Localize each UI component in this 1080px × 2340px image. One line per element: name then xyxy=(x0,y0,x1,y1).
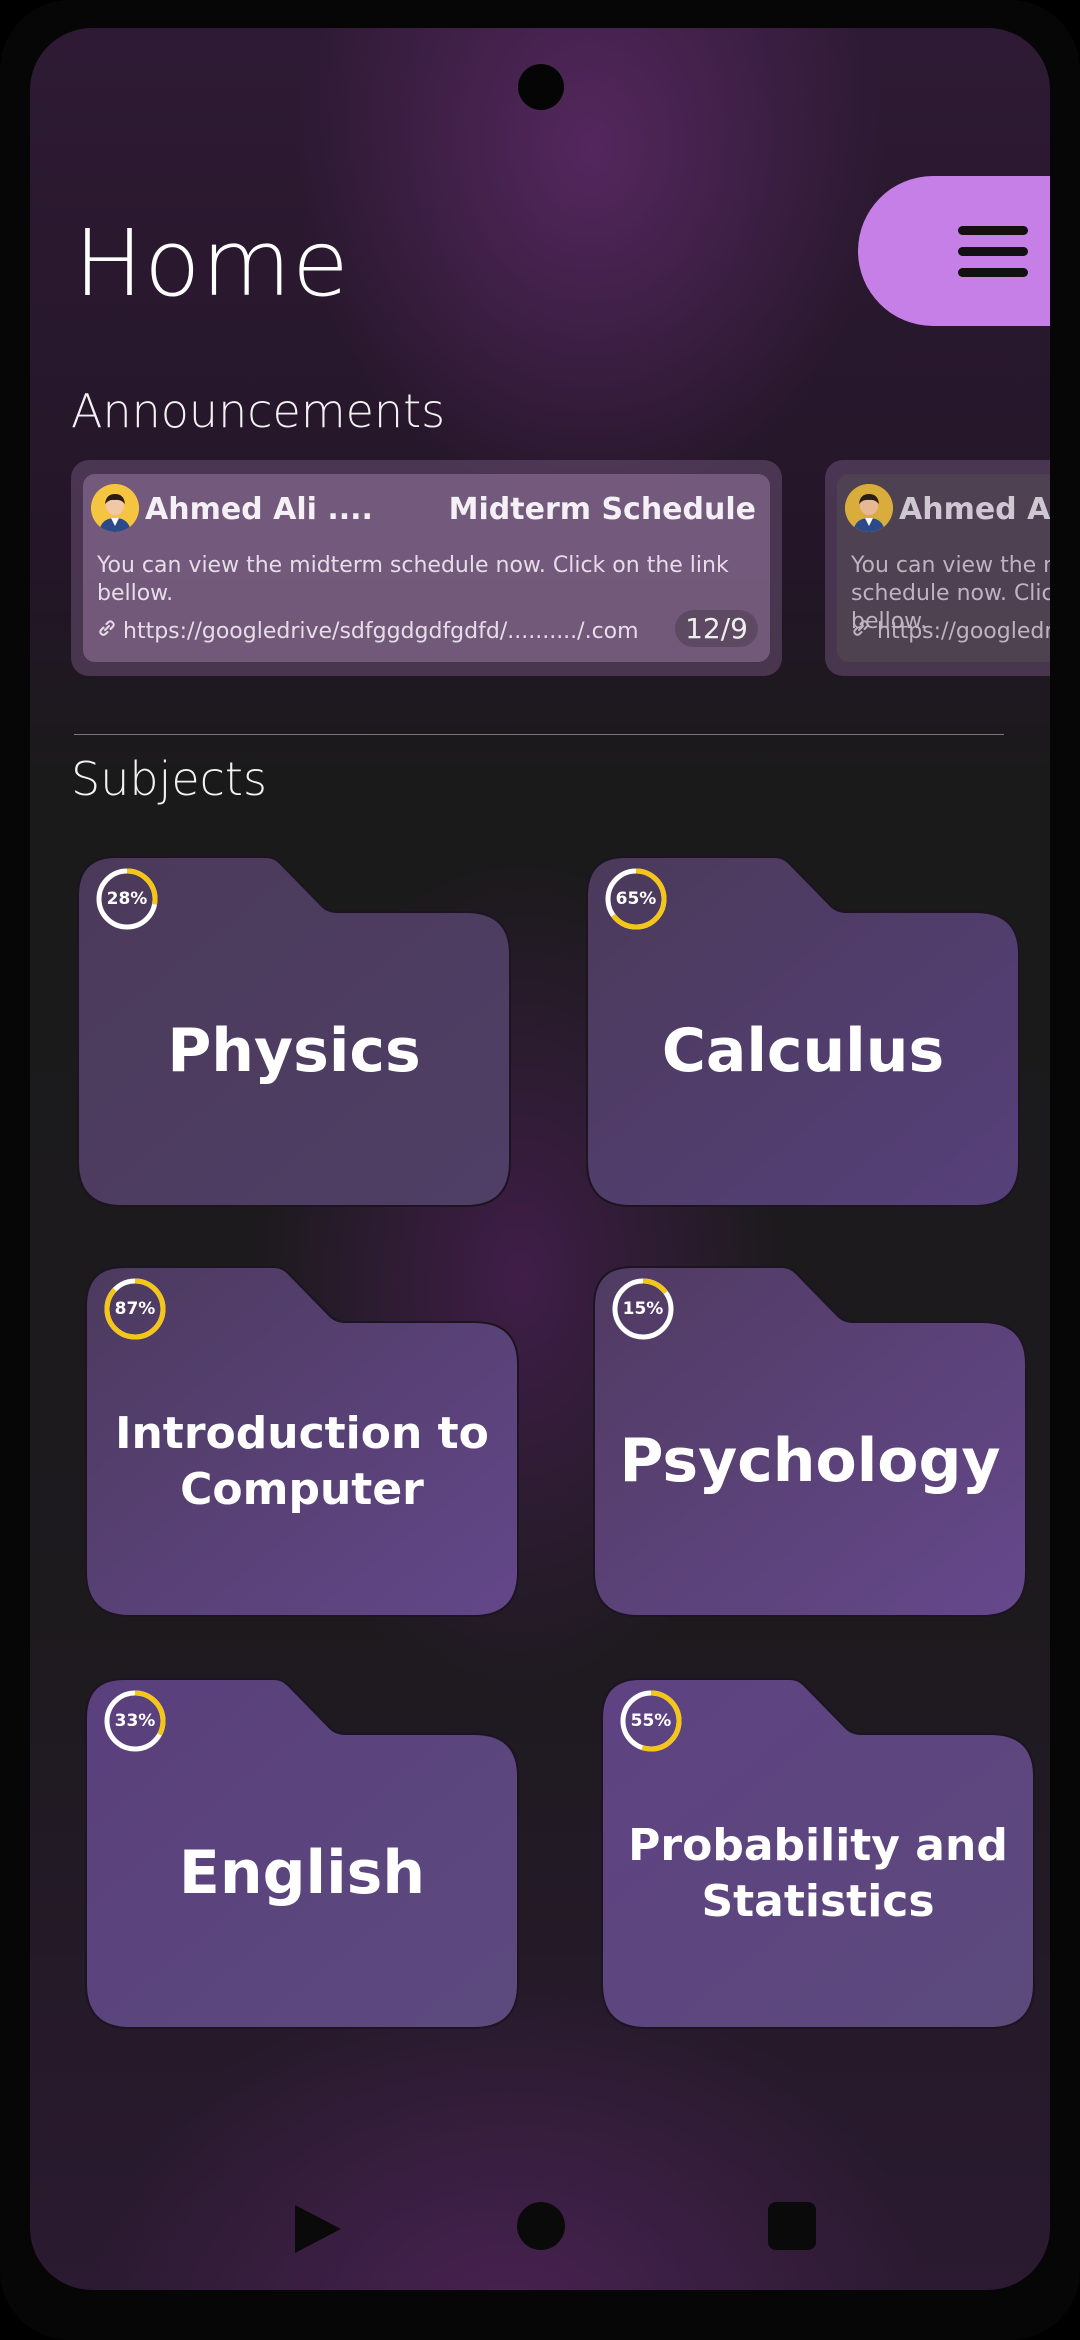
progress-percent: 28% xyxy=(106,889,148,909)
announcements-heading: Announcements xyxy=(71,384,446,438)
announcement-link[interactable]: https://googledrive/sdfggdgdfgdfd/......… xyxy=(97,618,639,644)
page-title: Home xyxy=(74,210,350,317)
announcement-subject: Midterm Schedule xyxy=(448,492,756,527)
announcement-author: Ahmed Ali .... xyxy=(145,492,373,527)
announcement-body: You can view the midterm schedule now. C… xyxy=(97,553,729,606)
subject-folder-card[interactable]: 87% Introduction to Computer xyxy=(84,1266,520,1618)
progress-percent: 33% xyxy=(114,1711,156,1731)
progress-percent: 15% xyxy=(622,1299,664,1319)
app-screen: Home Announcements Ahmed Ali .... Midter… xyxy=(30,28,1050,2290)
subject-folder-card[interactable]: 15% Psychology xyxy=(592,1266,1028,1618)
announcement-card[interactable]: Ahmed Ali .... Midterm Schedule You can … xyxy=(71,460,782,676)
subject-name: Psychology xyxy=(619,1426,1001,1496)
front-camera xyxy=(518,64,564,110)
recents-square-icon[interactable] xyxy=(768,2202,816,2250)
announcement-card[interactable]: Ahmed Ali You can view the midterm sched… xyxy=(825,460,1050,676)
progress-percent: 65% xyxy=(615,889,657,909)
user-avatar-icon xyxy=(91,484,139,532)
subject-folder-card[interactable]: 55% Probability and Statistics xyxy=(600,1678,1036,2030)
phone-frame: Home Announcements Ahmed Ali .... Midter… xyxy=(0,0,1080,2340)
subject-folder-card[interactable]: 28% Physics xyxy=(76,856,512,1208)
announcement-card-content: Ahmed Ali .... Midterm Schedule You can … xyxy=(83,474,770,662)
progress-percent: 55% xyxy=(630,1711,672,1731)
subjects-heading: Subjects xyxy=(71,752,267,806)
subject-name: English xyxy=(178,1838,426,1908)
announcement-card-content: Ahmed Ali You can view the midterm sched… xyxy=(837,474,1050,662)
subject-name: Probability and Statistics xyxy=(628,1820,1008,1927)
link-icon xyxy=(97,618,117,644)
link-icon xyxy=(851,618,871,644)
subject-name: Calculus xyxy=(661,1016,945,1086)
back-triangle-icon[interactable] xyxy=(293,2203,343,2259)
subject-folder-card[interactable]: 33% English xyxy=(84,1678,520,2030)
section-divider xyxy=(74,734,1004,735)
progress-ring: 33% xyxy=(102,1688,168,1754)
progress-ring: 28% xyxy=(94,866,160,932)
announcement-link-url: https://googledrive/sdfggdgdfgdfd/......… xyxy=(123,619,639,644)
subject-name: Physics xyxy=(167,1016,421,1086)
subject-name: Introduction to Computer xyxy=(115,1408,489,1515)
user-avatar-icon xyxy=(845,484,893,532)
announcement-author: Ahmed Ali xyxy=(899,492,1050,527)
progress-ring: 15% xyxy=(610,1276,676,1342)
menu-button[interactable] xyxy=(858,176,1050,326)
progress-ring: 65% xyxy=(603,866,669,932)
announcement-date-badge: 12/9 xyxy=(675,610,758,647)
subject-folder-card[interactable]: 65% Calculus xyxy=(585,856,1021,1208)
announcement-link-url: https://googledrive/sdfggdgdfgdfd/......… xyxy=(877,619,1050,644)
home-circle-icon[interactable] xyxy=(517,2202,565,2250)
progress-ring: 55% xyxy=(618,1688,684,1754)
progress-ring: 87% xyxy=(102,1276,168,1342)
announcement-link[interactable]: https://googledrive/sdfggdgdfgdfd/......… xyxy=(851,618,1050,644)
progress-percent: 87% xyxy=(114,1299,156,1319)
